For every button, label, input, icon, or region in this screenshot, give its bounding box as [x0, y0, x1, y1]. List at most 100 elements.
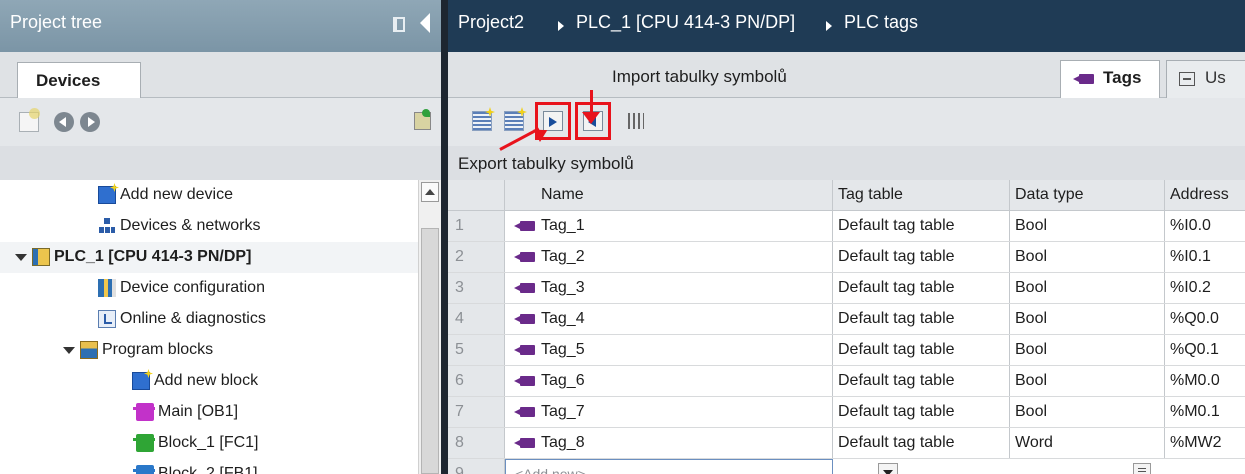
data-type-cell[interactable]: Bool	[1010, 335, 1165, 365]
table-row[interactable]: 5 Tag_5 Default tag table Bool %Q0.1	[448, 335, 1245, 366]
tag-icon	[514, 407, 536, 417]
tab-tags[interactable]: Tags	[1060, 60, 1160, 98]
address-cell[interactable]: %Q0.0	[1165, 304, 1245, 334]
add-block-icon	[132, 372, 150, 390]
plc-icon	[32, 248, 50, 266]
tree-scrollbar[interactable]	[418, 180, 441, 474]
tag-table-cell[interactable]: Default tag table	[833, 273, 1010, 303]
row-number: 9	[448, 459, 505, 474]
table-row[interactable]: 2 Tag_2 Default tag table Bool %I0.1	[448, 242, 1245, 273]
tree-item-block-2-fb1[interactable]: Block_2 [FB1]	[0, 459, 418, 474]
tag-table-dropdown-icon[interactable]	[878, 463, 898, 474]
data-type-cell[interactable]: Bool	[1010, 211, 1165, 241]
panel-splitter[interactable]	[441, 0, 448, 474]
tag-name-cell[interactable]: Tag_5	[505, 335, 833, 365]
tag-table-cell[interactable]: Default tag table	[833, 397, 1010, 427]
address-cell[interactable]: %M0.0	[1165, 366, 1245, 396]
tag-icon	[514, 438, 536, 448]
tree-item-add-new-device[interactable]: Add new device	[0, 180, 418, 211]
breadcrumb-project[interactable]: Project2	[458, 12, 524, 33]
column-header-data-type[interactable]: Data type	[1010, 180, 1165, 211]
data-type-picker-icon[interactable]	[1133, 463, 1151, 474]
table-row[interactable]: 7 Tag_7 Default tag table Bool %M0.1	[448, 397, 1245, 428]
tree-item-program-blocks[interactable]: Program blocks	[0, 335, 418, 366]
tab-devices[interactable]: Devices	[17, 62, 141, 99]
row-number: 2	[448, 242, 505, 272]
scroll-thumb[interactable]	[421, 228, 439, 474]
data-type-cell[interactable]: Bool	[1010, 366, 1165, 396]
tag-name: Tag_7	[541, 403, 585, 420]
table-row[interactable]: 6 Tag_6 Default tag table Bool %M0.0	[448, 366, 1245, 397]
breadcrumb-plc[interactable]: PLC_1 [CPU 414-3 PN/DP]	[576, 12, 795, 33]
address-cell[interactable]: %I0.1	[1165, 242, 1245, 272]
address-cell[interactable]: %I0.0	[1165, 211, 1245, 241]
show-all-columns-icon[interactable]	[628, 113, 644, 129]
tag-name-cell[interactable]: Tag_1	[505, 211, 833, 241]
tag-name: Tag_2	[541, 248, 585, 265]
tag-table-cell[interactable]: Default tag table	[833, 428, 1010, 458]
pin-icon[interactable]	[393, 17, 405, 32]
tag-table-cell[interactable]: Default tag table	[833, 304, 1010, 334]
tree-item-add-new-block[interactable]: Add new block	[0, 366, 418, 397]
tag-table-cell[interactable]: Default tag table	[833, 335, 1010, 365]
scroll-up-icon[interactable]	[421, 182, 439, 202]
new-group-icon[interactable]	[19, 108, 40, 132]
add-new-row[interactable]: 9 <Add new>	[448, 459, 1245, 474]
expand-arrow-icon[interactable]	[63, 346, 75, 354]
tree-item-plc[interactable]: PLC_1 [CPU 414-3 PN/DP]	[0, 242, 418, 273]
data-type-cell[interactable]: Bool	[1010, 397, 1165, 427]
add-new-input[interactable]: <Add new>	[505, 459, 833, 474]
tag-name-cell[interactable]: Tag_4	[505, 304, 833, 334]
row-number: 1	[448, 211, 505, 241]
tag-name-cell[interactable]: Tag_6	[505, 366, 833, 396]
tag-table-cell[interactable]: Default tag table	[833, 242, 1010, 272]
tag-name-cell[interactable]: Tag_3	[505, 273, 833, 303]
row-number: 3	[448, 273, 505, 303]
tag-name-cell[interactable]: Tag_7	[505, 397, 833, 427]
address-cell[interactable]: %I0.2	[1165, 273, 1245, 303]
table-row[interactable]: 8 Tag_8 Default tag table Word %MW2	[448, 428, 1245, 459]
tree-item-device-configuration[interactable]: Device configuration	[0, 273, 418, 304]
tag-table-cell[interactable]: Default tag table	[833, 366, 1010, 396]
breadcrumb: Project2 PLC_1 [CPU 414-3 PN/DP] PLC tag…	[448, 0, 1245, 52]
tag-table-cell[interactable]: Default tag table	[833, 211, 1010, 241]
tab-user-constants[interactable]: Us	[1166, 60, 1245, 98]
data-type-cell[interactable]: Word	[1010, 428, 1165, 458]
table-row[interactable]: 1 Tag_1 Default tag table Bool %I0.0	[448, 211, 1245, 242]
table-row[interactable]: 3 Tag_3 Default tag table Bool %I0.2	[448, 273, 1245, 304]
breadcrumb-plc-tags[interactable]: PLC tags	[844, 12, 918, 33]
tag-name-cell[interactable]: Tag_2	[505, 242, 833, 272]
device-config-icon	[98, 279, 116, 297]
tags-table: Name Tag table Data type Address 1 Tag_1…	[448, 180, 1245, 474]
tree-item-online-diagnostics[interactable]: Online & diagnostics	[0, 304, 418, 335]
data-type-cell[interactable]: Bool	[1010, 273, 1165, 303]
data-type-cell[interactable]: Bool	[1010, 242, 1165, 272]
project-tree-panel: Project tree Devices Add new device Devi…	[0, 0, 441, 474]
table-row[interactable]: 4 Tag_4 Default tag table Bool %Q0.0	[448, 304, 1245, 335]
expand-arrow-icon[interactable]	[15, 253, 27, 261]
address-cell[interactable]: %MW2	[1165, 428, 1245, 458]
online-diagnostics-icon	[98, 310, 116, 328]
insert-row-icon[interactable]	[504, 111, 524, 131]
address-cell[interactable]: %Q0.1	[1165, 335, 1245, 365]
collapse-left-icon[interactable]	[420, 13, 430, 33]
tree-item-devices-networks[interactable]: Devices & networks	[0, 211, 418, 242]
add-tag-icon[interactable]	[472, 111, 492, 131]
folder-icon	[80, 341, 98, 359]
tag-icon	[514, 314, 536, 324]
tag-name: Tag_1	[541, 217, 585, 234]
editor-tabbar: Import tabulky symbolů Tags Us	[448, 52, 1245, 98]
address-cell[interactable]: %M0.1	[1165, 397, 1245, 427]
back-icon[interactable]	[54, 112, 74, 132]
tag-name: Tag_4	[541, 310, 585, 327]
forward-icon[interactable]	[80, 112, 100, 132]
tree-item-main-ob1[interactable]: Main [OB1]	[0, 397, 418, 428]
column-header-name[interactable]: Name	[505, 180, 833, 211]
data-type-cell[interactable]: Bool	[1010, 304, 1165, 334]
column-header-tag-table[interactable]: Tag table	[833, 180, 1010, 211]
tag-name-cell[interactable]: Tag_8	[505, 428, 833, 458]
detailed-view-icon[interactable]	[414, 109, 431, 130]
tree-item-block-1-fc1[interactable]: Block_1 [FC1]	[0, 428, 418, 459]
column-header-address[interactable]: Address	[1165, 180, 1245, 211]
tab-user-constants-label: Us	[1205, 68, 1226, 87]
